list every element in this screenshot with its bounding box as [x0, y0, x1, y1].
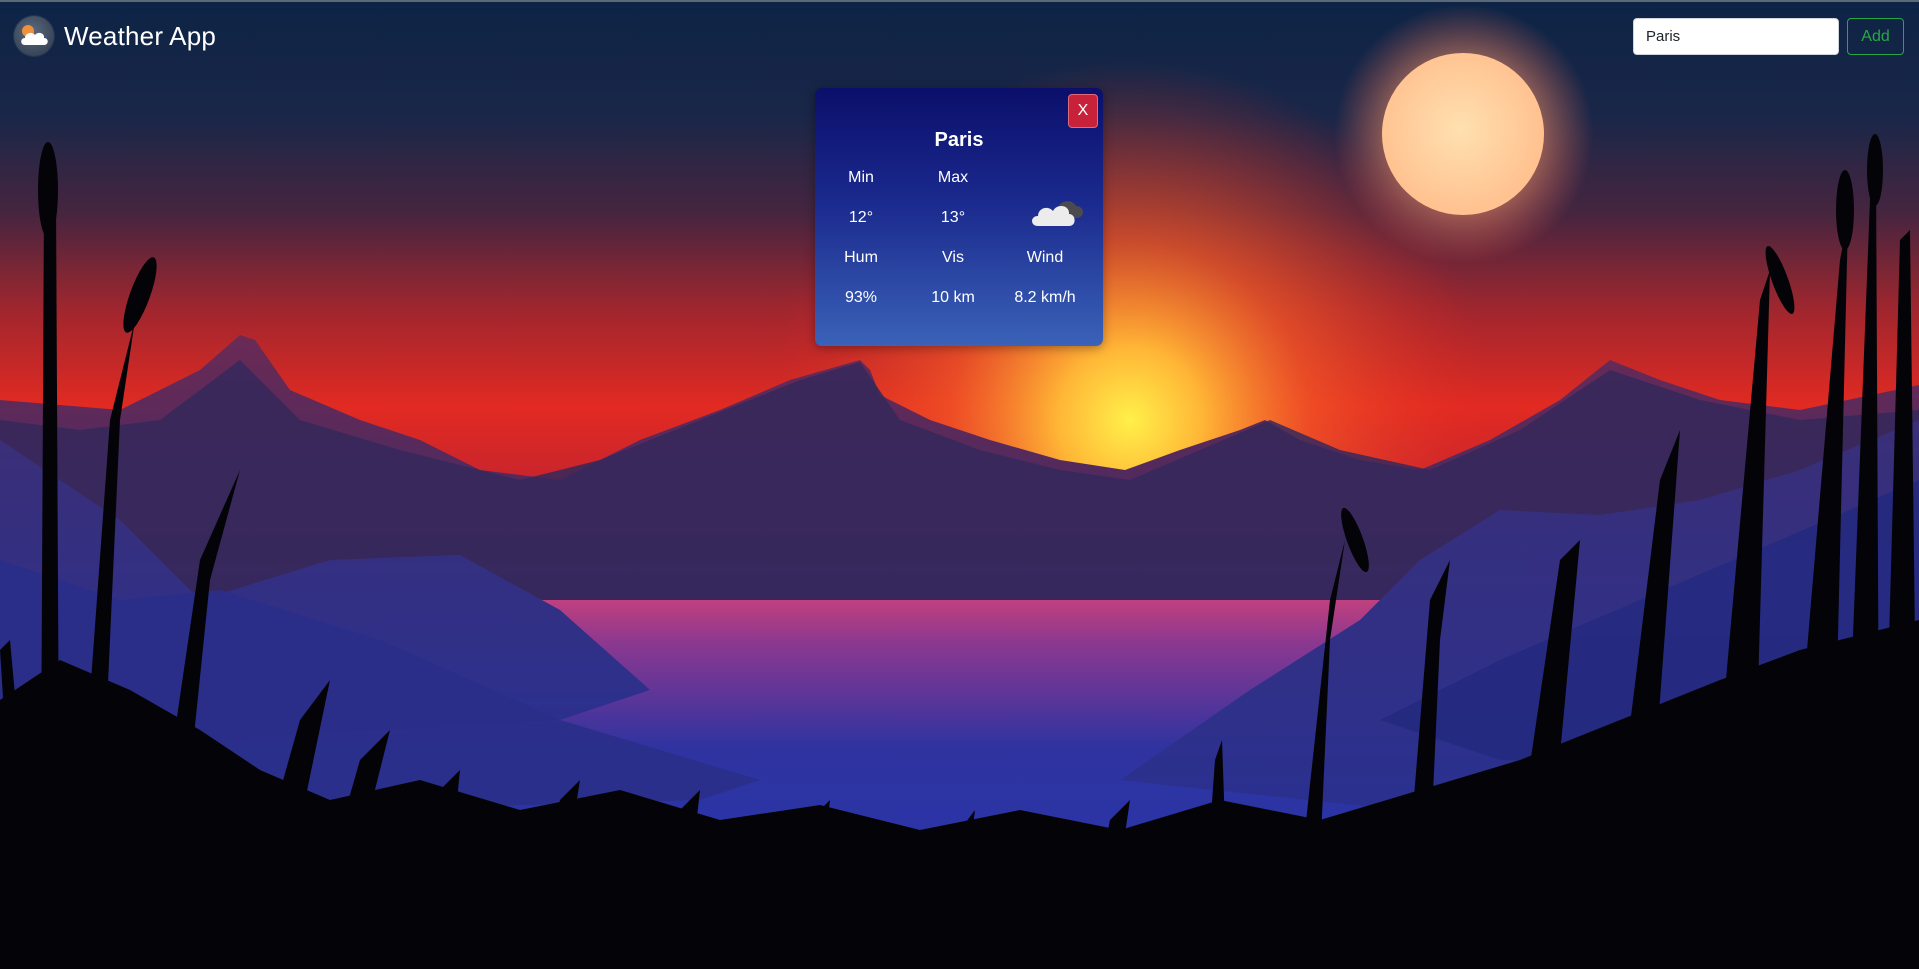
visibility-value: 10 km [931, 289, 975, 306]
app-title: Weather App [64, 20, 217, 51]
min-value: 12° [848, 209, 874, 226]
brand[interactable]: Weather App [14, 16, 216, 56]
wind-label: Wind [1026, 249, 1064, 266]
cloud-sun-icon [14, 16, 54, 56]
humidity-label: Hum [844, 249, 878, 266]
visibility-label: Vis [942, 249, 964, 266]
city-search-input[interactable] [1633, 18, 1839, 55]
close-card-button[interactable]: X [1068, 94, 1098, 128]
wind-value: 8.2 km/h [1014, 289, 1076, 306]
max-label: Max [937, 169, 969, 186]
add-city-button[interactable]: Add [1847, 18, 1904, 55]
cloud-icon [1028, 188, 1088, 232]
max-value: 13° [940, 209, 966, 226]
humidity-value: 93% [844, 289, 878, 306]
city-name: Paris [934, 129, 984, 151]
min-label: Min [848, 169, 874, 186]
navbar: Weather App Add [0, 2, 1919, 70]
weather-card: X Paris Min Max 12° 13° Hum Vis Wind 93%… [815, 88, 1103, 346]
